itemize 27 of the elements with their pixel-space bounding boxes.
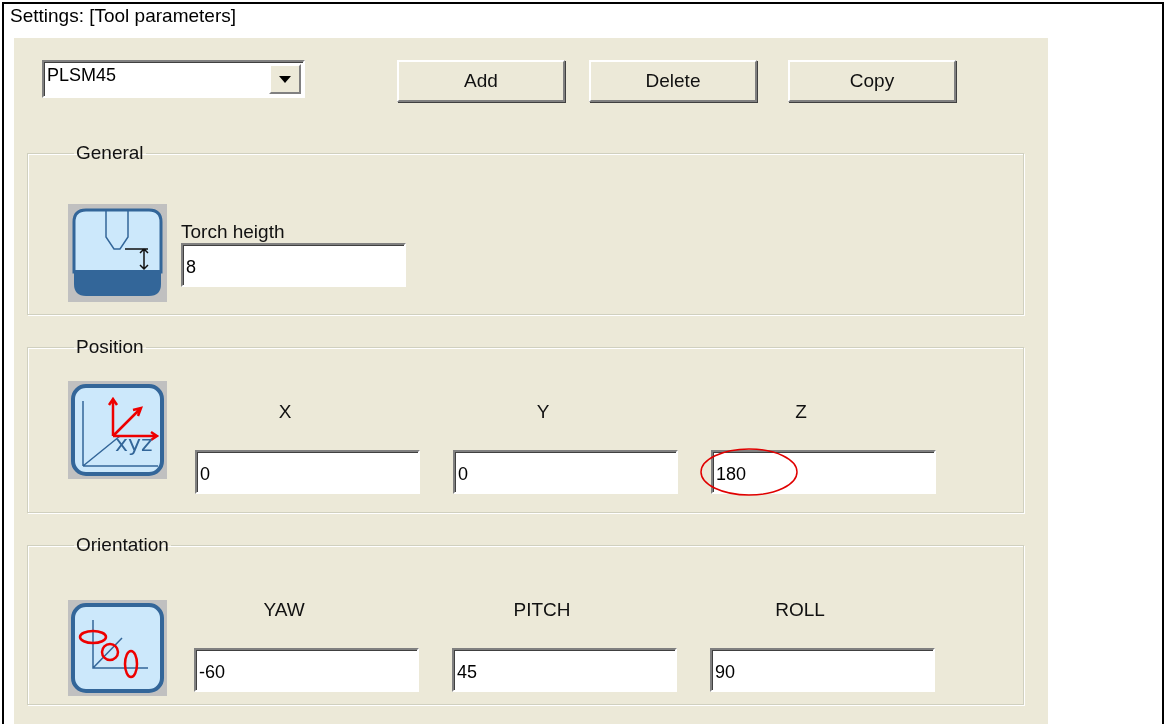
- field-label: YAW: [262, 599, 306, 622]
- dropdown-button[interactable]: [269, 64, 301, 94]
- action-button[interactable]: Copy: [788, 60, 956, 102]
- action-button[interactable]: Add: [397, 60, 565, 102]
- group-title: General: [75, 142, 145, 164]
- icon-caption: xyz: [115, 431, 153, 456]
- caret-icon: [279, 75, 291, 83]
- input-field[interactable]: 0: [453, 450, 678, 494]
- action-button[interactable]: Delete: [589, 60, 757, 102]
- field-label: Torch heigth: [181, 221, 286, 243]
- window-title: Settings: [Tool parameters]: [10, 5, 237, 28]
- field-label: PITCH: [512, 599, 572, 622]
- input-field[interactable]: 45: [452, 648, 677, 692]
- field-label: Y: [535, 401, 551, 424]
- field-label: ROLL: [774, 599, 826, 622]
- group-title: Position: [75, 336, 145, 358]
- torch-height-icon: [68, 204, 167, 302]
- input-field[interactable]: -60: [194, 648, 419, 692]
- field-label: Z: [794, 401, 808, 424]
- input-field[interactable]: 90: [710, 648, 935, 692]
- input-field[interactable]: 8: [181, 243, 406, 287]
- rotation-axes-icon: [68, 600, 167, 696]
- input-field[interactable]: 180: [711, 450, 936, 494]
- field-label: X: [277, 401, 293, 424]
- input-field[interactable]: 0: [195, 450, 420, 494]
- tool-dropdown[interactable]: PLSM45: [42, 60, 305, 98]
- group-title: Orientation: [75, 534, 170, 556]
